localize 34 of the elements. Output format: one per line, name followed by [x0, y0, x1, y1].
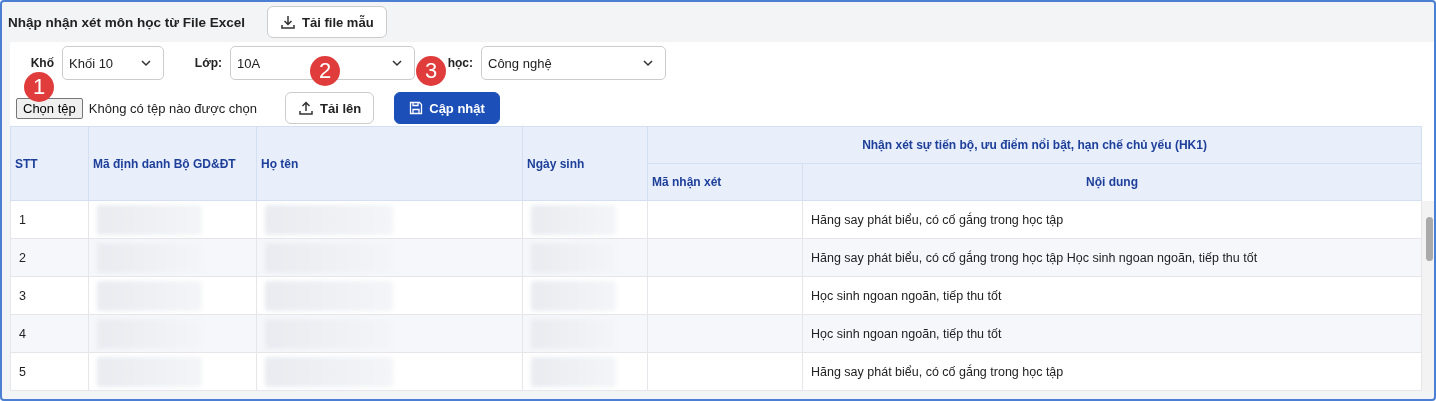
table-cell: 2	[10, 238, 89, 277]
file-status: Không có tệp nào được chọn	[88, 100, 258, 116]
select-field[interactable]: Công nghệ	[481, 46, 666, 80]
table-cell: Hăng say phát biểu, có cố gắng trong học tập	[802, 200, 1422, 239]
filter-label: học:	[446, 56, 474, 70]
table-cell: Hăng say phát biểu, có cố gắng trong học tập	[802, 352, 1422, 391]
step-badge: 2	[310, 56, 340, 86]
table-cell: 3	[10, 276, 89, 315]
column-header: Mã nhận xét	[647, 163, 803, 201]
table-cell: 4	[10, 314, 89, 353]
table-cell: Học sinh ngoan ngoãn, tiếp thu tốt	[802, 314, 1422, 353]
upload-icon	[298, 100, 315, 116]
download-icon	[280, 14, 297, 30]
save-icon	[409, 101, 424, 115]
filter-label: Lớp:	[193, 56, 223, 70]
step-badge: 1	[24, 72, 54, 102]
table-cell: 5	[10, 352, 89, 391]
page-title: Nhập nhận xét môn học từ File Excel	[8, 14, 246, 30]
download-template-button[interactable]: Tải file mẫu	[267, 6, 387, 38]
table-cell: 1	[10, 200, 89, 239]
column-header: STT	[10, 126, 89, 201]
filter-label: Khố	[29, 56, 55, 70]
step-badge: 3	[416, 56, 446, 86]
table-cell: Học sinh ngoan ngoãn, tiếp thu tốt	[802, 276, 1422, 315]
upload-button[interactable]: Tải lên	[285, 92, 375, 124]
column-header: Mã định danh Bộ GD&ĐT	[88, 126, 257, 201]
table-cell: Hăng say phát biểu, có cố gắng trong học tập Học sinh ngoan ngoãn, tiếp thu tốt	[802, 238, 1422, 277]
column-header: Họ tên	[256, 126, 523, 201]
choose-file-button[interactable]: Chọn tệp	[16, 97, 83, 119]
column-header: Nội dung	[802, 163, 1422, 201]
column-header: Ngày sinh	[522, 126, 648, 201]
select-field[interactable]: Khối 10	[62, 46, 164, 80]
group-header: Nhận xét sự tiến bộ, ưu điểm nổi bật, hạn chế chủ yếu (HK1)	[647, 126, 1422, 164]
update-button[interactable]: Cập nhật	[394, 92, 500, 124]
